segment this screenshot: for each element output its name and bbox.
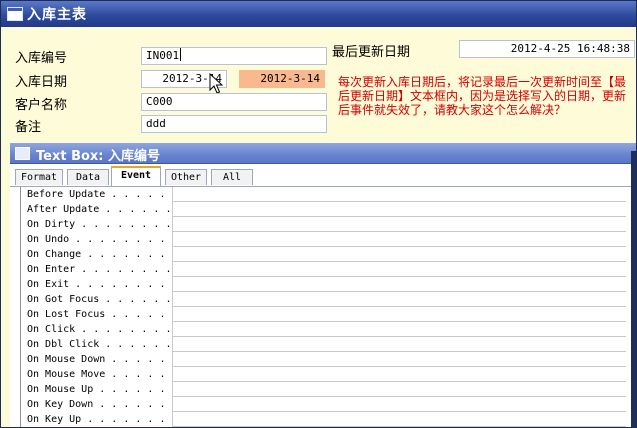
property-name: On Change . . . . . . . xyxy=(20,247,172,262)
property-value-field[interactable] xyxy=(172,307,626,322)
tab-other[interactable]: Other xyxy=(165,169,207,185)
property-row[interactable]: On Mouse Down . . . . . xyxy=(20,352,626,367)
date-label: 入库日期 xyxy=(15,75,68,90)
property-tabs: Format Data Event Other All xyxy=(10,164,636,187)
tab-data[interactable]: Data xyxy=(67,169,109,185)
property-row[interactable]: On Key Up . . . . . . . xyxy=(20,412,626,427)
tab-format[interactable]: Format xyxy=(15,169,63,185)
property-name: Before Update . . . . . xyxy=(20,187,172,202)
property-value-field[interactable] xyxy=(172,217,626,232)
property-name: On Mouse Move . . . . . xyxy=(20,367,172,382)
receipt-no-label: 入库编号 xyxy=(15,51,68,66)
receipt-no-value: IN001 xyxy=(146,49,180,62)
property-value-field[interactable] xyxy=(172,187,626,202)
property-value-field[interactable] xyxy=(172,382,626,397)
mouse-pointer-icon xyxy=(209,73,223,94)
remark-field[interactable]: ddd xyxy=(141,115,327,133)
property-name: On Key Up . . . . . . . xyxy=(20,412,172,427)
property-row[interactable]: Before Update . . . . . xyxy=(20,187,626,202)
property-row[interactable]: On Enter . . . . . . . . xyxy=(20,262,626,277)
property-name: On Undo . . . . . . . . xyxy=(20,232,172,247)
property-list: Before Update . . . . . After Update . .… xyxy=(20,187,626,427)
property-sheet-title-bar[interactable]: Text Box: 入库编号 xyxy=(10,143,636,164)
property-row[interactable]: On Mouse Up . . . . . . xyxy=(20,382,626,397)
property-name: On Click . . . . . . . . xyxy=(20,322,172,337)
window-title: 入库主表 xyxy=(27,7,87,23)
vertical-scrollbar[interactable] xyxy=(631,151,636,427)
property-row[interactable]: On Undo . . . . . . . . xyxy=(20,232,626,247)
property-value-field[interactable] xyxy=(172,412,626,427)
receipt-no-field[interactable]: IN001 xyxy=(141,47,327,65)
property-row[interactable]: On Dbl Click . . . . . . xyxy=(20,337,626,352)
property-sheet-icon xyxy=(15,147,30,160)
property-name: On Dbl Click . . . . . . xyxy=(20,337,172,352)
form-icon xyxy=(7,7,23,21)
last-update-field[interactable]: 2012-4-25 16:48:38 xyxy=(459,40,635,58)
property-value-field[interactable] xyxy=(172,247,626,262)
property-row[interactable]: On Click . . . . . . . . xyxy=(20,322,626,337)
property-name: On Enter . . . . . . . . xyxy=(20,262,172,277)
last-update-label: 最后更新日期 xyxy=(332,45,411,60)
property-sheet: Text Box: 入库编号 Format Data Event Other A… xyxy=(10,143,636,427)
property-row[interactable]: On Dirty . . . . . . . . xyxy=(20,217,626,232)
date-copy-field[interactable]: 2012-3-14 xyxy=(239,70,325,88)
property-row[interactable]: On Mouse Move . . . . . xyxy=(20,367,626,382)
property-name: On Dirty . . . . . . . . xyxy=(20,217,172,232)
property-row[interactable]: After Update . . . . . . xyxy=(20,202,626,217)
text-caret xyxy=(180,48,182,61)
property-name: On Mouse Up . . . . . . xyxy=(20,382,172,397)
form-window: 入库主表 入库编号 IN001 入库日期 2012-3-14 2012-3-14… xyxy=(0,0,637,428)
property-value-field[interactable] xyxy=(172,322,626,337)
property-name: On Exit . . . . . . . . xyxy=(20,277,172,292)
property-value-field[interactable] xyxy=(172,397,626,412)
property-value-field[interactable] xyxy=(172,367,626,382)
remark-label: 备注 xyxy=(15,120,42,135)
tab-event[interactable]: Event xyxy=(111,166,161,186)
property-name: On Mouse Down . . . . . xyxy=(20,352,172,367)
tab-all[interactable]: All xyxy=(211,169,253,185)
property-value-field[interactable] xyxy=(172,352,626,367)
property-row[interactable]: On Key Down . . . . . . xyxy=(20,397,626,412)
customer-label: 客户名称 xyxy=(15,98,68,113)
property-value-field[interactable] xyxy=(172,202,626,217)
property-row[interactable]: On Change . . . . . . . xyxy=(20,247,626,262)
property-row[interactable]: On Got Focus . . . . . . xyxy=(20,292,626,307)
property-value-field[interactable] xyxy=(172,292,626,307)
property-name: After Update . . . . . . xyxy=(20,202,172,217)
property-row[interactable]: On Exit . . . . . . . . xyxy=(20,277,626,292)
customer-field[interactable]: C000 xyxy=(141,93,327,111)
property-value-field[interactable] xyxy=(172,277,626,292)
question-note: 每次更新入库日期后，将记录最后一次更新时间至【最后更新日期】文本框内，因为是选择… xyxy=(338,75,627,117)
property-name: On Got Focus . . . . . . xyxy=(20,292,172,307)
property-value-field[interactable] xyxy=(172,262,626,277)
title-bar[interactable]: 入库主表 xyxy=(1,1,636,27)
property-value-field[interactable] xyxy=(172,232,626,247)
property-name: On Key Down . . . . . . xyxy=(20,397,172,412)
property-name: On Lost Focus . . . . . xyxy=(20,307,172,322)
property-sheet-title: Text Box: 入库编号 xyxy=(36,149,161,164)
property-row[interactable]: On Lost Focus . . . . . xyxy=(20,307,626,322)
property-value-field[interactable] xyxy=(172,337,626,352)
